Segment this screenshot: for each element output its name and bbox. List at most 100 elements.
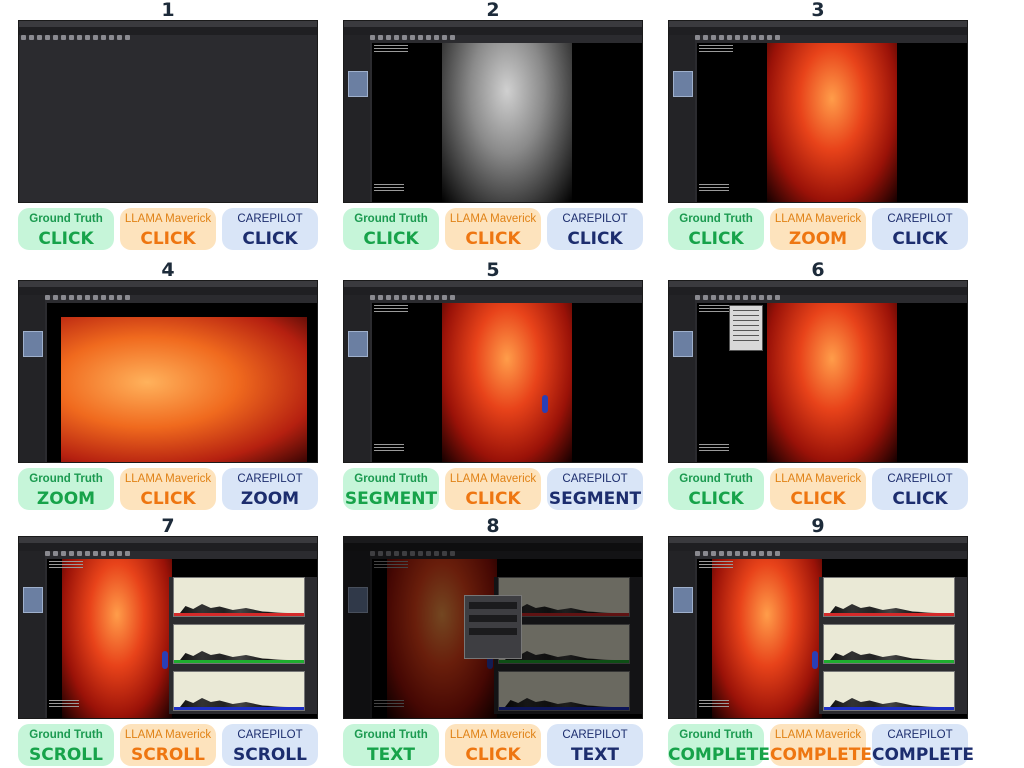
info-line — [699, 184, 729, 185]
toolbar-icon — [394, 35, 399, 40]
llama-maverick-action: CLICK — [465, 745, 521, 765]
step-number: 5 — [486, 259, 500, 281]
toolbar-icon — [45, 35, 50, 40]
carepilot-label: CAREPILOT — [887, 213, 953, 225]
toolbar-icon — [695, 551, 700, 556]
image-viewport — [372, 303, 642, 462]
toolbar-icon — [93, 295, 98, 300]
ground-truth-label: Ground Truth — [679, 473, 753, 485]
ui-screenshot — [668, 536, 968, 719]
ground-truth-action: ZOOM — [36, 489, 96, 509]
menu-item — [733, 325, 759, 326]
menu-item — [733, 335, 759, 336]
image-viewport — [47, 303, 317, 462]
colormap-menu — [729, 305, 763, 351]
ground-truth-label: Ground Truth — [29, 473, 103, 485]
toolbar-icon — [767, 551, 772, 556]
toolbar-icon — [719, 295, 724, 300]
action-labels: Ground Truth ZOOM LLAMA Maverick CLICK CAREP… — [18, 468, 318, 512]
toolbar-icon — [703, 295, 708, 300]
toolbar-icon — [394, 295, 399, 300]
histogram-curve — [830, 604, 940, 613]
dialog-field — [469, 615, 517, 622]
info-line — [699, 308, 733, 309]
toolbar-icon — [711, 35, 716, 40]
toolbar-icon — [767, 295, 772, 300]
histogram-curve — [180, 651, 290, 660]
toolbar — [19, 543, 317, 556]
dicom-info-overlay — [49, 561, 83, 571]
info-line — [374, 187, 404, 188]
info-line — [699, 564, 733, 565]
toolbar-icon — [109, 551, 114, 556]
dicom-info-overlay — [699, 45, 733, 55]
ct-scan-image — [767, 43, 897, 202]
study-sidebar — [669, 551, 695, 718]
carepilot-label: CAREPILOT — [237, 473, 303, 485]
llama-maverick-action: CLICK — [140, 229, 196, 249]
ct-scan-image — [62, 559, 172, 718]
dialog-field — [469, 602, 517, 609]
ct-scan-image — [767, 303, 897, 462]
ground-truth-label: Ground Truth — [354, 473, 428, 485]
carepilot-badge: CAREPILOT CLICK — [872, 208, 968, 250]
toolbar-icon — [125, 295, 130, 300]
toolbar-icon — [410, 35, 415, 40]
info-line — [374, 184, 404, 185]
toolbar-icon — [418, 295, 423, 300]
carepilot-badge: CAREPILOT TEXT — [547, 724, 643, 766]
toolbar-icon — [442, 295, 447, 300]
llama-maverick-badge: LLAMA Maverick CLICK — [120, 208, 216, 250]
llama-maverick-action: CLICK — [465, 229, 521, 249]
carepilot-label: CAREPILOT — [887, 729, 953, 741]
info-line — [699, 706, 729, 707]
toolbar-icon — [45, 295, 50, 300]
study-sidebar — [669, 295, 695, 462]
ui-screenshot — [668, 20, 968, 203]
histogram-color-bar — [824, 613, 954, 616]
toolbar-icon — [69, 295, 74, 300]
toolbar-icon — [101, 295, 106, 300]
llama-maverick-badge: LLAMA Maverick CLICK — [445, 208, 541, 250]
llama-maverick-badge: LLAMA Maverick CLICK — [120, 468, 216, 510]
info-line — [374, 305, 408, 306]
ground-truth-action: CLICK — [688, 489, 744, 509]
toolbar-icon — [759, 551, 764, 556]
ground-truth-action: CLICK — [38, 229, 94, 249]
llama-maverick-badge: LLAMA Maverick ZOOM — [770, 208, 866, 250]
ui-screenshot — [18, 280, 318, 463]
toolbar-icon — [450, 295, 455, 300]
ground-truth-action: COMPLETE — [668, 745, 770, 765]
histogram-panel — [819, 577, 967, 714]
ground-truth-label: Ground Truth — [679, 213, 753, 225]
ground-truth-action: SCROLL — [29, 745, 103, 765]
toolbar-icon — [434, 295, 439, 300]
dicom-info-overlay-bottom — [699, 700, 729, 710]
toolbar-icon — [61, 551, 66, 556]
ui-screenshot — [18, 536, 318, 719]
toolbar-icon — [53, 551, 58, 556]
series-thumbnail — [673, 331, 693, 357]
llama-maverick-label: LLAMA Maverick — [774, 729, 862, 741]
step-number: 3 — [811, 0, 825, 21]
ground-truth-action: TEXT — [367, 745, 415, 765]
toolbar-icon — [53, 35, 58, 40]
info-line — [699, 305, 733, 306]
info-line — [374, 450, 404, 451]
toolbar-icon — [735, 35, 740, 40]
green-histogram — [173, 624, 305, 664]
llama-maverick-label: LLAMA Maverick — [449, 473, 537, 485]
info-line — [699, 703, 729, 704]
ct-scan-image — [712, 559, 822, 718]
carepilot-badge: CAREPILOT COMPLETE — [872, 724, 974, 766]
llama-maverick-badge: LLAMA Maverick COMPLETE — [770, 724, 872, 766]
toolbar-icon — [77, 35, 82, 40]
ui-screenshot — [668, 280, 968, 463]
toolbar-icon — [711, 551, 716, 556]
toolbar — [669, 27, 967, 40]
toolbar-icon — [117, 295, 122, 300]
toolbar-icon — [410, 295, 415, 300]
ct-scan-image — [442, 43, 572, 202]
toolbar-icon — [719, 35, 724, 40]
study-sidebar — [344, 35, 370, 202]
